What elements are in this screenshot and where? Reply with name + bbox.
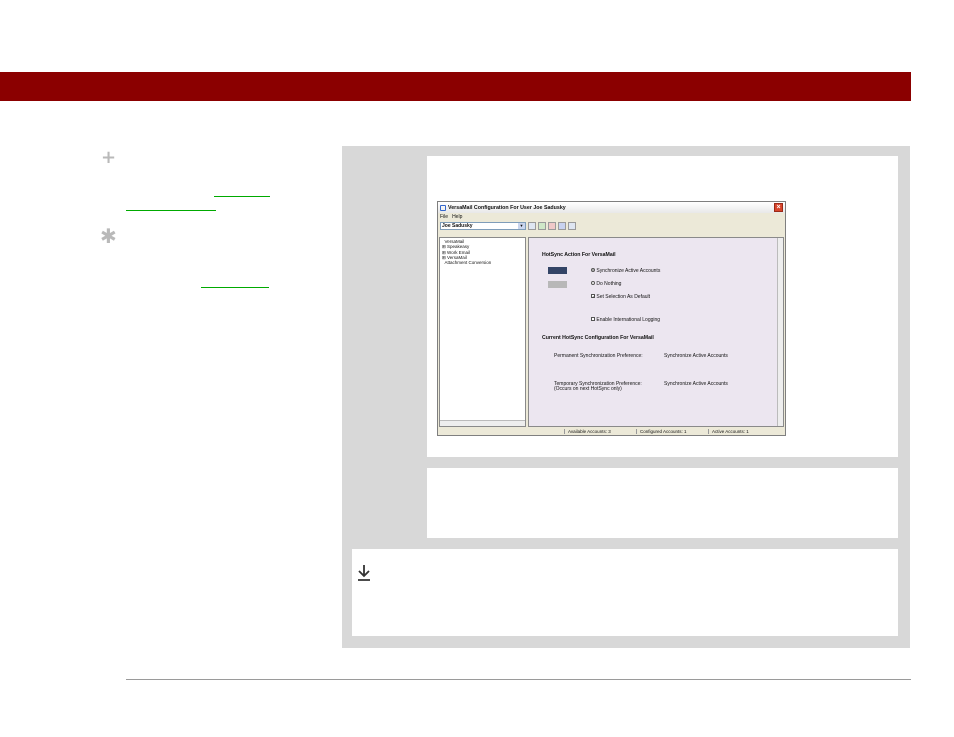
step-2-box xyxy=(427,468,898,538)
settings-pane: HotSync Action For VersaMail Synchronize… xyxy=(528,237,784,427)
radio-do-nothing[interactable] xyxy=(591,281,595,285)
status-configured: Configured Accounts: 1 xyxy=(636,428,708,434)
option-set-default[interactable]: ✓ Set Selection As Default xyxy=(591,294,650,300)
window-titlebar: VersaMail Configuration For User Joe Sad… xyxy=(438,202,785,213)
plus-icon: + xyxy=(101,147,117,168)
menu-file[interactable]: File xyxy=(440,214,448,220)
sidebar-link-underline[interactable] xyxy=(214,196,270,197)
menu-help[interactable]: Help xyxy=(452,214,462,220)
option-intl-logging-label: Enable International Logging xyxy=(596,317,661,323)
add-account-icon[interactable] xyxy=(538,222,546,230)
help-icon[interactable] xyxy=(568,222,576,230)
toolbar: Joe Sadusky ▼ xyxy=(438,220,785,232)
do-nothing-device-icon xyxy=(548,281,567,288)
account-tree[interactable]: VersaMail ⊞ Speakeasy ⊞ Work Email ⊞ Ver… xyxy=(439,237,526,427)
option-set-default-label: Set Selection As Default xyxy=(596,294,651,300)
vertical-scrollbar[interactable] xyxy=(777,238,783,426)
app-icon xyxy=(440,204,446,211)
footer-divider xyxy=(126,679,911,680)
close-icon[interactable]: × xyxy=(774,203,783,212)
checkbox-set-default[interactable]: ✓ xyxy=(591,294,595,299)
current-config-heading: Current HotSync Configuration For VersaM… xyxy=(542,335,654,341)
tip-box xyxy=(352,549,898,636)
asterisk-icon: ✱ xyxy=(100,224,117,248)
chevron-down-icon[interactable]: ▼ xyxy=(518,223,525,229)
status-bar: Available Accounts: 3 Configured Account… xyxy=(438,427,785,435)
versamail-config-window: VersaMail Configuration For User Joe Sad… xyxy=(437,201,786,436)
user-select-value: Joe Sadusky xyxy=(442,223,473,229)
delete-account-icon[interactable] xyxy=(548,222,556,230)
option-intl-logging[interactable]: Enable International Logging xyxy=(591,317,660,323)
user-icon[interactable] xyxy=(558,222,566,230)
user-select[interactable]: Joe Sadusky ▼ xyxy=(440,222,526,230)
checkbox-intl-logging[interactable] xyxy=(591,317,595,321)
window-title: VersaMail Configuration For User Joe Sad… xyxy=(448,204,566,211)
option-do-nothing[interactable]: Do Nothing xyxy=(591,281,621,287)
option-sync-active[interactable]: Synchronize Active Accounts xyxy=(591,268,660,274)
header-bar xyxy=(0,72,911,101)
horizontal-scrollbar[interactable] xyxy=(440,420,525,426)
hotsync-action-heading: HotSync Action For VersaMail xyxy=(542,252,616,258)
option-do-nothing-label: Do Nothing xyxy=(596,281,622,287)
radio-sync-active[interactable] xyxy=(591,268,595,272)
menu-bar: File Help xyxy=(438,213,785,220)
temporary-pref-value: Synchronize Active Accounts xyxy=(664,381,728,387)
option-sync-active-label: Synchronize Active Accounts xyxy=(596,268,661,274)
status-available: Available Accounts: 3 xyxy=(564,428,636,434)
permanent-pref-label: Permanent Synchronization Preference: xyxy=(554,353,643,359)
tree-item[interactable]: Attachment Conversion xyxy=(442,260,523,265)
sidebar-link-underline[interactable] xyxy=(126,210,216,211)
temporary-pref-note: (Occurs on next HotSync only) xyxy=(554,386,622,392)
sidebar-link-underline[interactable] xyxy=(201,287,269,288)
download-arrow-icon xyxy=(358,565,370,581)
permanent-pref-value: Synchronize Active Accounts xyxy=(664,353,728,359)
status-active: Active Accounts: 1 xyxy=(708,428,749,434)
sync-device-icon xyxy=(548,267,567,274)
save-icon[interactable] xyxy=(528,222,536,230)
